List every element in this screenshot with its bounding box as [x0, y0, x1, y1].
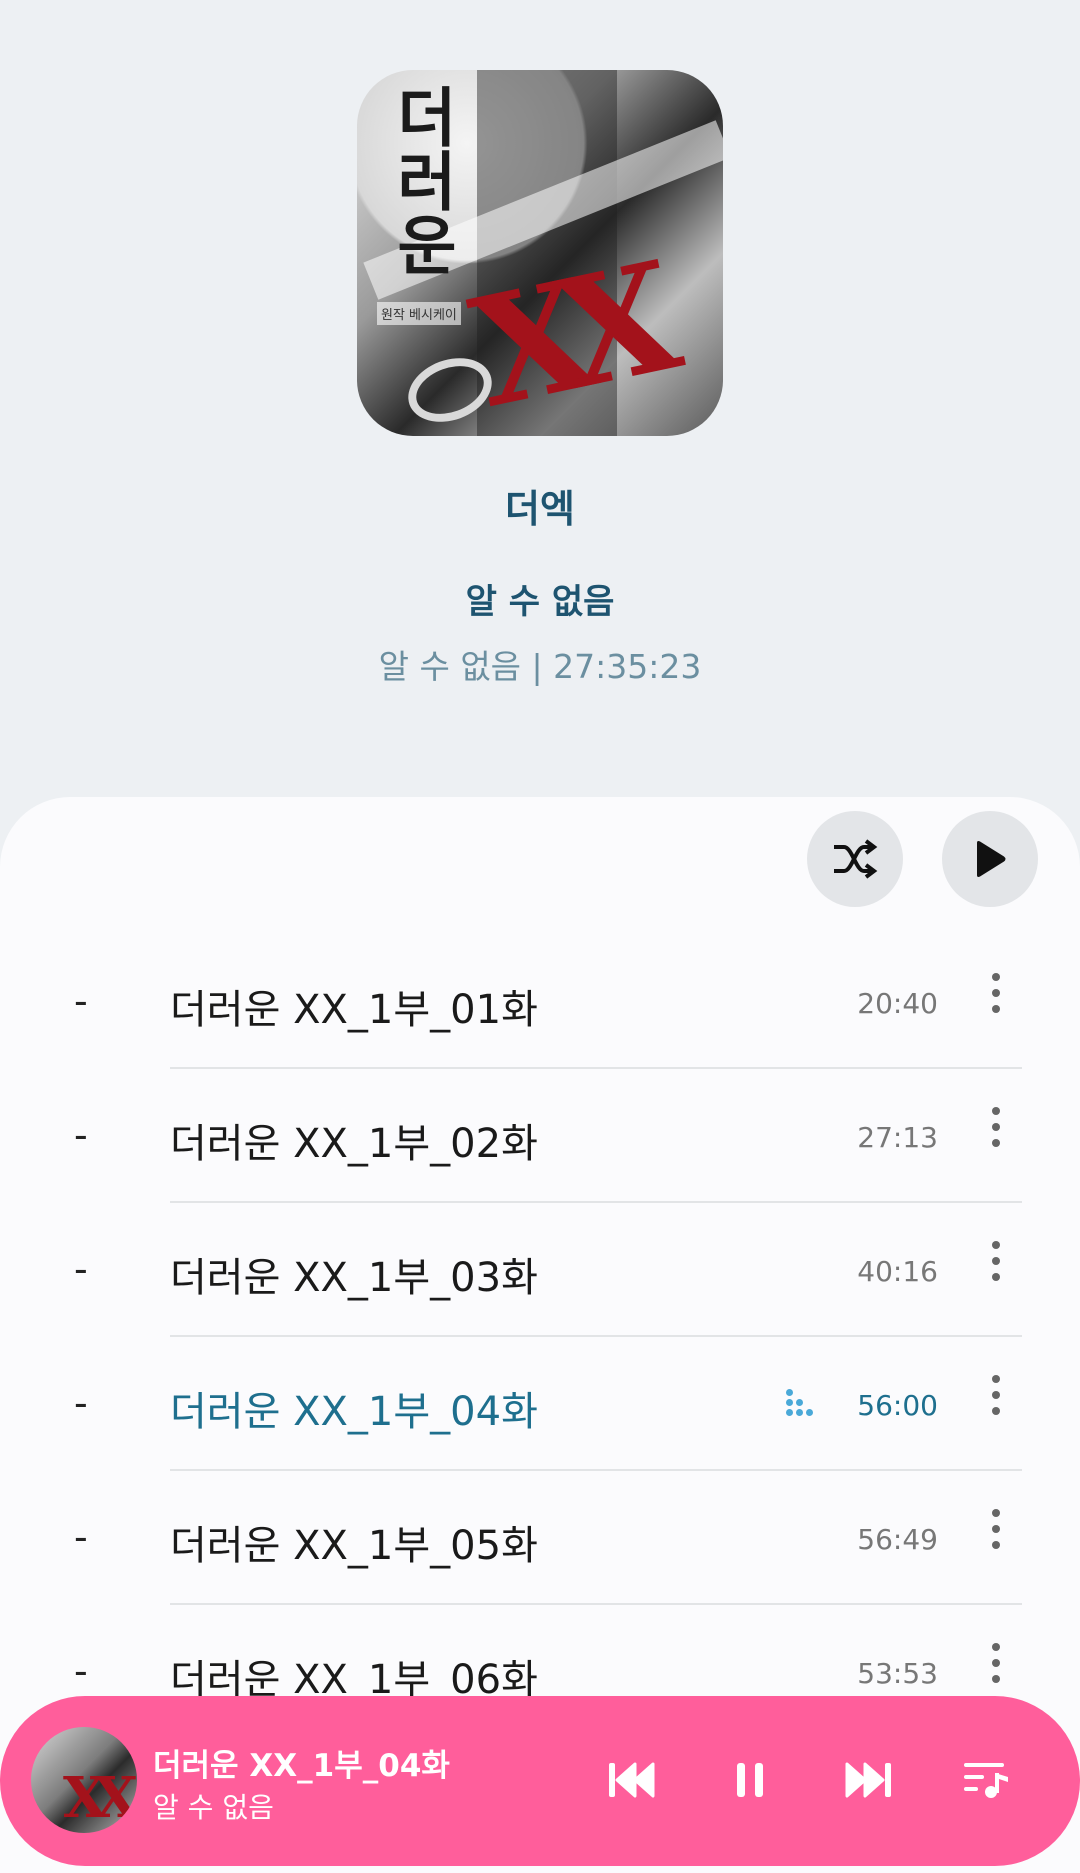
track-index: -	[74, 1649, 88, 1693]
pause-button[interactable]	[718, 1748, 782, 1812]
track-duration: 40:16	[857, 1255, 938, 1288]
queue-music-icon	[964, 1763, 1008, 1798]
skip-previous-button[interactable]	[600, 1748, 664, 1812]
more-vert-icon[interactable]	[985, 1241, 1007, 1291]
mini-player[interactable]: XX 더러운 XX_1부_04화 알 수 없음	[0, 1696, 1080, 1866]
track-index: -	[74, 1247, 88, 1291]
track-title: 더러운 XX_1부_01화	[170, 987, 538, 1033]
album-artist: 알 수 없음	[465, 582, 615, 622]
track-row-playing[interactable]: - 더러운 XX_1부_04화 56:00	[0, 1337, 1080, 1471]
track-index: -	[74, 1381, 88, 1425]
track-duration: 27:13	[857, 1121, 938, 1154]
track-index: -	[74, 1113, 88, 1157]
skip-previous-icon	[609, 1762, 655, 1798]
track-title: 더러운 XX_1부_04화	[170, 1389, 538, 1435]
track-duration: 56:00	[857, 1389, 938, 1422]
track-index: -	[74, 1515, 88, 1559]
mini-player-title: 더러운 XX_1부_04화	[153, 1748, 450, 1784]
album-art-credit: 원작 베시케이	[377, 302, 461, 325]
track-duration: 20:40	[857, 987, 938, 1020]
skip-next-button[interactable]	[836, 1748, 900, 1812]
track-row[interactable]: - 더러운 XX_1부_03화 40:16	[0, 1203, 1080, 1337]
shuffle-icon	[834, 839, 878, 879]
more-vert-icon[interactable]	[985, 1107, 1007, 1157]
album-meta: 알 수 없음 | 27:35:23	[378, 647, 702, 686]
track-index: -	[74, 979, 88, 1023]
skip-next-icon	[845, 1762, 891, 1798]
track-row[interactable]: - 더러운 XX_1부_05화 56:49	[0, 1471, 1080, 1605]
track-row[interactable]: - 더러운 XX_1부_02화 27:13	[0, 1069, 1080, 1203]
play-icon	[977, 841, 1006, 877]
more-vert-icon[interactable]	[985, 1509, 1007, 1559]
queue-button[interactable]	[954, 1748, 1018, 1812]
track-duration: 56:49	[857, 1523, 938, 1556]
mini-player-artist: 알 수 없음	[153, 1791, 274, 1824]
track-title: 더러운 XX_1부_02화	[170, 1121, 538, 1167]
more-vert-icon[interactable]	[985, 1643, 1007, 1693]
pause-icon	[737, 1763, 763, 1797]
play-all-button[interactable]	[942, 811, 1038, 907]
more-vert-icon[interactable]	[985, 1375, 1007, 1425]
track-row[interactable]: - 더러운 XX_1부_01화 20:40	[0, 935, 1080, 1069]
track-title: 더러운 XX_1부_03화	[170, 1255, 538, 1301]
track-title: 더러운 XX_1부_05화	[170, 1523, 538, 1569]
now-playing-equalizer-icon	[786, 1389, 820, 1429]
mini-player-album-art: XX	[31, 1727, 137, 1833]
shuffle-button[interactable]	[807, 811, 903, 907]
more-vert-icon[interactable]	[985, 973, 1007, 1023]
album-art: 더러운 원작 베시케이 XX	[357, 70, 723, 436]
album-title: 더엑	[505, 487, 575, 531]
track-duration: 53:53	[857, 1657, 938, 1690]
